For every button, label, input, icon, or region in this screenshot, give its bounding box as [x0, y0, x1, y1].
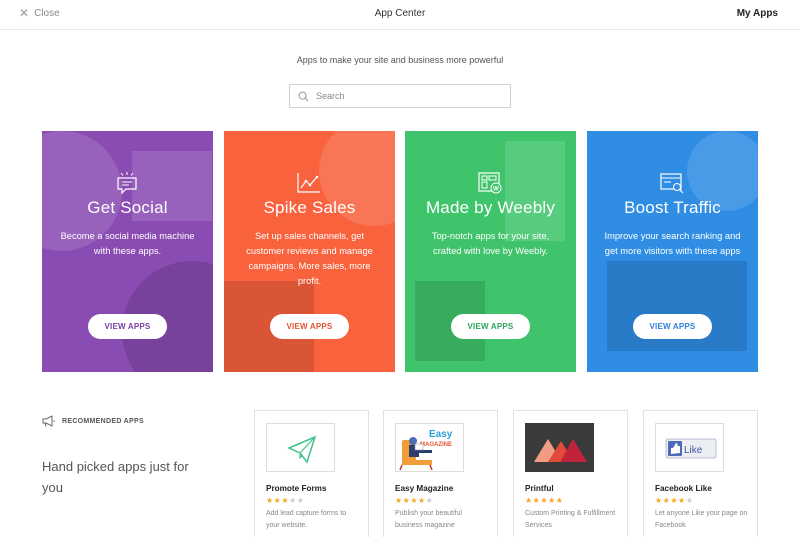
category-title: Boost Traffic: [624, 198, 721, 217]
category-title: Spike Sales: [263, 198, 356, 217]
app-name: Easy Magazine: [395, 484, 454, 493]
category-card-boost-traffic[interactable]: Boost Traffic Improve your search rankin…: [587, 131, 758, 372]
category-card-get-social[interactable]: Get Social Become a social media machine…: [42, 131, 213, 372]
svg-text:W: W: [493, 187, 499, 193]
weebly-apps-icon: W: [478, 172, 502, 194]
page-title: App Center: [374, 8, 426, 19]
recommended-headline: Hand picked apps just for you: [42, 459, 189, 495]
category-description: Become a social media machine with these…: [60, 231, 195, 256]
app-description: Add lead capture forms to your website.: [266, 510, 347, 529]
view-apps-button[interactable]: VIEW APPS: [633, 314, 712, 339]
recommended-label-text: RECOMMENDED APPS: [62, 417, 144, 425]
app-card-promote-forms[interactable]: Promote Forms ★★★★★ Add lead capture for…: [254, 410, 369, 537]
app-thumbnail: [525, 423, 594, 472]
rating-stars: ★★★★★: [395, 496, 434, 505]
chat-bubble-icon: [117, 172, 137, 195]
search-icon: [298, 91, 309, 101]
rating-stars: ★★★★★: [525, 496, 564, 505]
megaphone-icon: [42, 415, 55, 427]
view-apps-button[interactable]: VIEW APPS: [270, 314, 349, 339]
search-box[interactable]: [289, 84, 511, 108]
category-card-made-by-weebly[interactable]: W Made by Weebly Top-notch apps for your…: [405, 131, 576, 372]
app-name: Promote Forms: [266, 484, 327, 493]
app-name: Facebook Like: [655, 484, 712, 493]
app-thumbnail: Easy MAGAZINE: [395, 423, 464, 472]
app-card-facebook-like[interactable]: Like Facebook Like ★★★★★ Let anyone Like…: [643, 410, 758, 537]
app-thumbnail: Like: [655, 423, 724, 472]
app-description: Publish your beautiful business magazine: [395, 510, 462, 529]
browser-search-icon: [660, 173, 684, 194]
like-text: Like: [684, 445, 703, 456]
recommended-label: RECOMMENDED APPS: [42, 415, 144, 427]
category-title: Made by Weebly: [425, 198, 556, 217]
search-input[interactable]: [316, 91, 496, 101]
easy-magazine-logo: Easy MAGAZINE: [399, 429, 453, 471]
app-card-printful[interactable]: Printful ★★★★★ Custom Printing & Fulfill…: [513, 410, 628, 537]
category-card-spike-sales[interactable]: Spike Sales Set up sales channels, get c…: [224, 131, 395, 372]
view-apps-button[interactable]: VIEW APPS: [88, 314, 167, 339]
logo-subtext: MAGAZINE: [420, 442, 452, 448]
rating-stars: ★★★★★: [266, 496, 305, 505]
app-name: Printful: [525, 484, 554, 493]
app-card-easy-magazine[interactable]: Easy MAGAZINE Easy Magazine ★★★★★ Publis…: [383, 410, 498, 537]
category-description: Improve your search ranking and get more…: [604, 231, 741, 256]
printful-mountains-icon: [534, 439, 587, 462]
logo-text: Easy: [429, 429, 453, 440]
view-apps-button[interactable]: VIEW APPS: [451, 314, 530, 339]
sales-chart-icon: [297, 173, 320, 193]
facebook-like-logo: Like: [665, 438, 717, 459]
category-title: Get Social: [87, 198, 168, 217]
paper-plane-icon: [287, 435, 317, 464]
category-description: Set up sales channels, get customer revi…: [246, 231, 373, 286]
app-thumbnail: [266, 423, 335, 472]
my-apps-link[interactable]: My Apps: [737, 8, 778, 19]
category-description: Top-notch apps for your site, crafted wi…: [431, 231, 550, 256]
tagline: Apps to make your site and business more…: [296, 55, 504, 65]
app-description: Custom Printing & Fulfillment Services: [525, 510, 616, 529]
top-bar: ✕ Close App Center My Apps: [0, 0, 800, 30]
rating-stars: ★★★★★: [655, 496, 694, 505]
app-description: Let anyone Like your page on Facebook: [655, 510, 748, 529]
